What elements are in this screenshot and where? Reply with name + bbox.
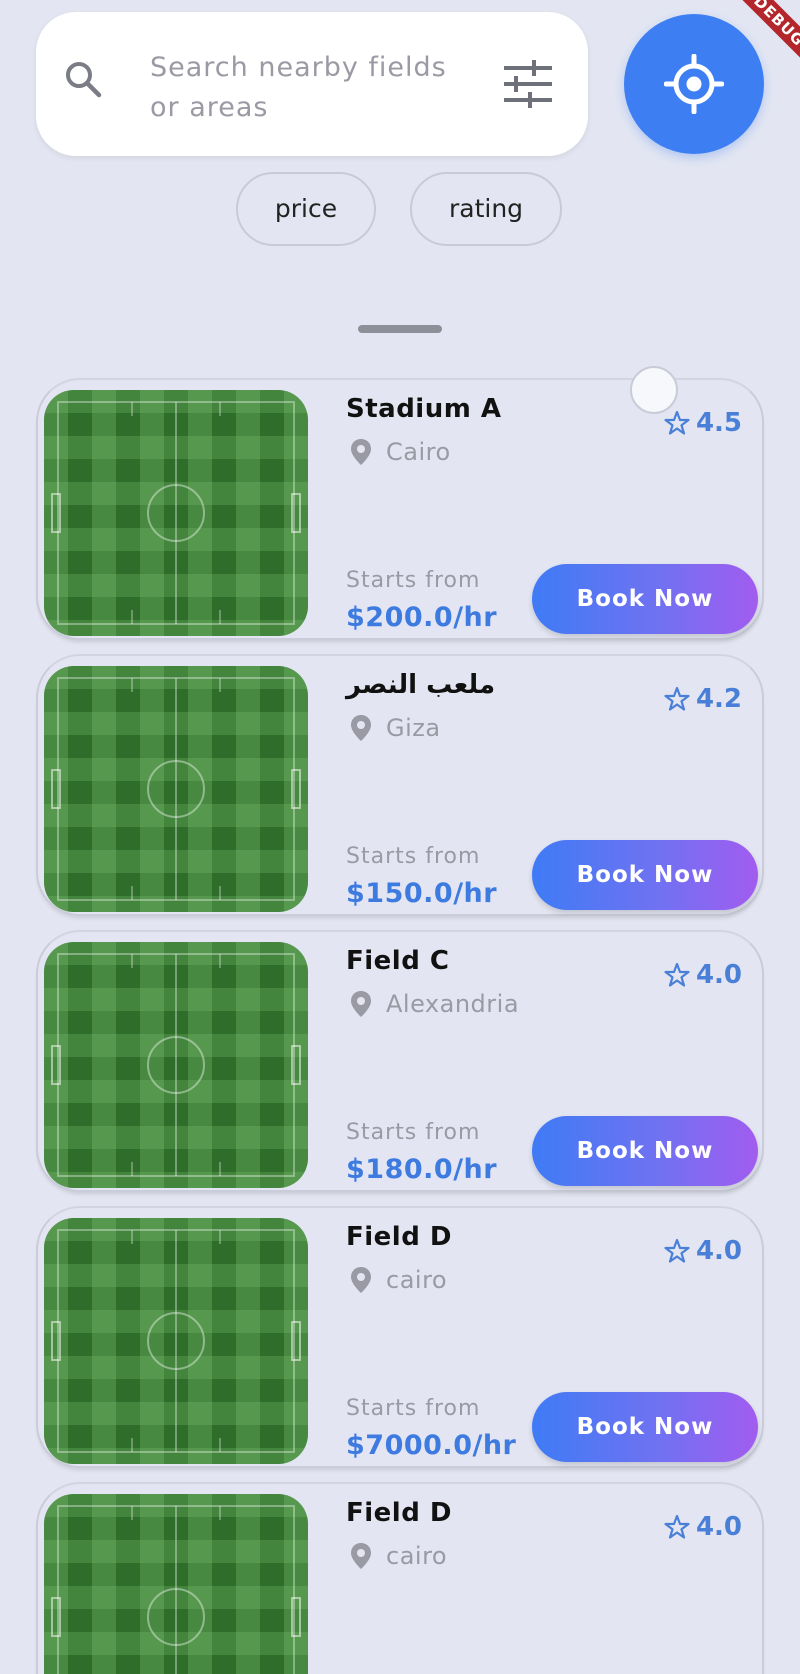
field-rating: 4.5 [664,408,742,438]
book-now-button[interactable]: Book Now [532,564,758,634]
star-outline-icon [664,1238,690,1263]
field-location-text: Giza [386,714,441,742]
field-location: Cairo [350,438,451,466]
field-location-text: cairo [386,1542,448,1570]
field-image [44,390,308,636]
field-search-screen: DEBUG Search nearby fields or areas pric… [0,0,800,1674]
search-placeholder-line2: or areas [150,92,269,123]
field-card-3[interactable]: Field C Alexandria 4.0 Starts from $180.… [36,930,764,1192]
gps-target-icon [664,54,724,114]
field-name: Field D [346,1498,452,1528]
search-placeholder-line1: Search nearby fields [150,52,447,83]
sort-chip-price[interactable]: price [236,172,376,246]
location-pin-icon [351,715,371,741]
field-price: $180.0/hr [346,1154,498,1185]
field-image [44,666,308,912]
field-price: $7000.0/hr [346,1430,517,1461]
book-now-button[interactable]: Book Now [532,1116,758,1186]
field-name: ملعب النصر [346,670,496,700]
field-location-text: Alexandria [386,990,520,1018]
field-name: Field D [346,1222,452,1252]
bottom-sheet-drag-handle[interactable] [358,325,442,333]
field-location-text: cairo [386,1266,448,1294]
field-card-1[interactable]: Stadium A Cairo 4.5 Starts from $200.0/h… [36,378,764,640]
field-card-2[interactable]: ملعب النصر Giza 4.2 Starts from $150.0/h… [36,654,764,916]
sort-chip-rating[interactable]: rating [410,172,562,246]
location-pin-icon [351,1267,371,1293]
star-outline-icon [664,686,690,711]
field-rating: 4.0 [664,960,742,990]
field-image [44,942,308,1188]
search-icon [66,62,102,98]
field-rating-value: 4.0 [695,1236,742,1266]
field-name: Field C [346,946,450,976]
field-rating-value: 4.5 [695,408,742,438]
field-image [44,1494,308,1674]
starts-from-label: Starts from [346,1396,481,1421]
tune-sliders-icon[interactable] [500,56,556,112]
search-input[interactable]: Search nearby fields or areas [150,48,460,128]
scroll-handle[interactable] [630,366,678,414]
field-rating: 4.0 [664,1236,742,1266]
field-location: Giza [350,714,441,742]
field-card-4[interactable]: Field D cairo 4.0 Starts from $7000.0/hr… [36,1206,764,1468]
field-rating-value: 4.0 [695,960,742,990]
field-image [44,1218,308,1464]
field-location: Alexandria [350,990,519,1018]
book-now-button[interactable]: Book Now [532,1392,758,1462]
star-outline-icon [664,962,690,987]
field-rating-value: 4.0 [695,1512,742,1542]
search-bar[interactable]: Search nearby fields or areas [36,12,588,156]
field-location-text: Cairo [386,438,451,466]
star-outline-icon [664,410,690,435]
field-rating-value: 4.2 [695,684,742,714]
starts-from-label: Starts from [346,568,481,593]
book-now-button[interactable]: Book Now [532,840,758,910]
location-pin-icon [351,991,371,1017]
field-price: $150.0/hr [346,878,498,909]
starts-from-label: Starts from [346,844,481,869]
location-pin-icon [351,439,371,465]
location-pin-icon [351,1543,371,1569]
field-card-5[interactable]: Field D cairo 4.0 [36,1482,764,1674]
my-location-button[interactable] [624,14,764,154]
field-name: Stadium A [346,394,502,424]
field-location: cairo [350,1266,447,1294]
starts-from-label: Starts from [346,1120,481,1145]
field-rating: 4.2 [664,684,742,714]
star-outline-icon [664,1514,690,1539]
field-location: cairo [350,1542,447,1570]
field-price: $200.0/hr [346,602,498,633]
field-rating: 4.0 [664,1512,742,1542]
